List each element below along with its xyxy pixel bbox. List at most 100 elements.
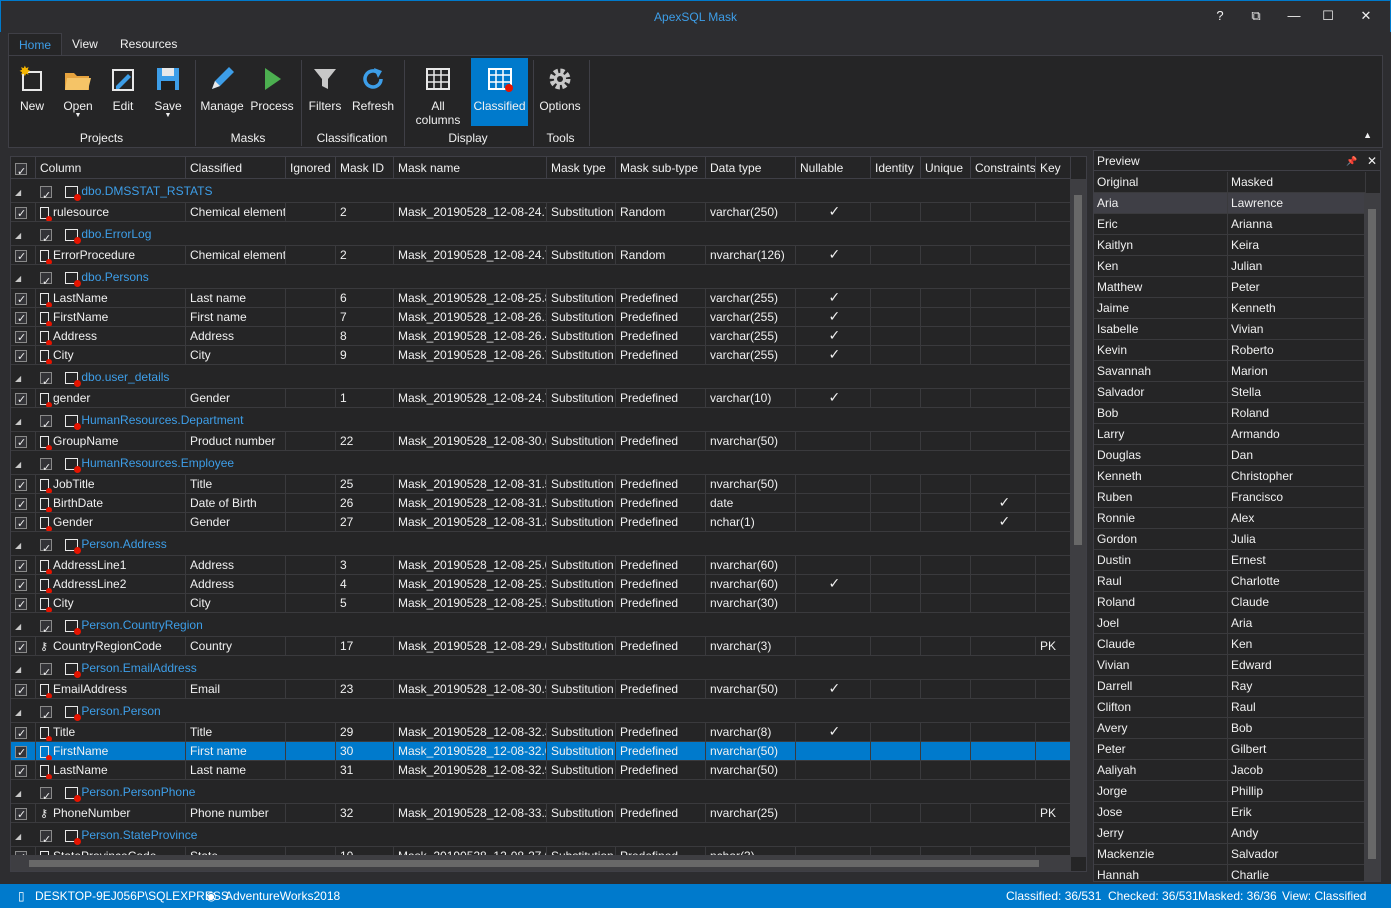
cell-data-type[interactable]: nvarchar(50) xyxy=(706,761,796,780)
preview-row[interactable]: Gordon Julia xyxy=(1094,529,1366,550)
row-checkbox-cell[interactable] xyxy=(11,432,36,451)
cell-column[interactable]: LastName xyxy=(36,289,186,308)
expander-cell[interactable]: ◢ xyxy=(11,613,36,637)
cell-nullable[interactable] xyxy=(796,637,871,656)
table-group-row[interactable]: ◢ dbo.Persons xyxy=(11,265,1071,289)
collapse-icon[interactable]: ◢ xyxy=(15,708,21,717)
table-group-row[interactable]: ◢ dbo.ErrorLog xyxy=(11,222,1071,246)
preview-row[interactable]: Roland Claude xyxy=(1094,592,1366,613)
cell-classified[interactable]: Title xyxy=(186,723,286,742)
cell-mask-name[interactable]: Mask_20190528_12-08-30.61 xyxy=(394,432,547,451)
cell-identity[interactable] xyxy=(871,389,921,408)
cell-ignored[interactable] xyxy=(286,761,336,780)
open-button[interactable]: Open ▼ xyxy=(57,58,99,126)
cell-data-type[interactable]: varchar(255) xyxy=(706,346,796,365)
row-checkbox[interactable] xyxy=(15,205,27,221)
preview-row[interactable]: Isabelle Vivian xyxy=(1094,319,1366,340)
cell-mask-subtype[interactable]: Predefined xyxy=(616,475,706,494)
cell-data-type[interactable]: nvarchar(8) xyxy=(706,723,796,742)
table-row[interactable]: Address Address 8Mask_20190528_12-08-26.46… xyxy=(11,327,1071,346)
tab-resources[interactable]: Resources xyxy=(110,33,187,56)
row-checkbox-cell[interactable] xyxy=(11,513,36,532)
cell-column[interactable]: AddressLine2 xyxy=(36,575,186,594)
cell-identity[interactable] xyxy=(871,346,921,365)
collapse-icon[interactable]: ◢ xyxy=(15,665,21,674)
cell-mask-type[interactable]: Substitution xyxy=(547,289,616,308)
row-checkbox-cell[interactable] xyxy=(11,742,36,761)
cell-key[interactable] xyxy=(1036,575,1071,594)
preview-row[interactable]: Eric Arianna xyxy=(1094,214,1366,235)
cell-mask-type[interactable]: Substitution xyxy=(547,804,616,823)
maximize-button[interactable]: ☐ xyxy=(1311,5,1345,27)
cell-classified[interactable]: Gender xyxy=(186,389,286,408)
cell-column[interactable]: rulesource xyxy=(36,203,186,222)
cell-key[interactable] xyxy=(1036,346,1071,365)
cell-column[interactable]: AddressLine1 xyxy=(36,556,186,575)
cell-classified[interactable]: Address xyxy=(186,327,286,346)
cell-ignored[interactable] xyxy=(286,723,336,742)
cell-nullable[interactable] xyxy=(796,556,871,575)
row-checkbox-cell[interactable] xyxy=(11,494,36,513)
cell-identity[interactable] xyxy=(871,203,921,222)
table-row[interactable]: gender Gender 1Mask_20190528_12-08-24.71Su… xyxy=(11,389,1071,408)
cell-mask-id[interactable]: 22 xyxy=(336,432,394,451)
cell-mask-id[interactable]: 23 xyxy=(336,680,394,699)
cell-mask-type[interactable]: Substitution xyxy=(547,742,616,761)
cell-identity[interactable] xyxy=(871,804,921,823)
cell-mask-subtype[interactable]: Predefined xyxy=(616,575,706,594)
table-name-cell[interactable]: Person.Address xyxy=(36,532,1071,556)
cell-mask-id[interactable]: 25 xyxy=(336,475,394,494)
cell-data-type[interactable]: nchar(1) xyxy=(706,513,796,532)
row-checkbox-cell[interactable] xyxy=(11,475,36,494)
cell-constraints[interactable] xyxy=(971,804,1036,823)
cell-ignored[interactable] xyxy=(286,637,336,656)
cell-ignored[interactable] xyxy=(286,494,336,513)
cell-column[interactable]: Title xyxy=(36,723,186,742)
cell-data-type[interactable]: nvarchar(3) xyxy=(706,637,796,656)
cell-mask-id[interactable]: 29 xyxy=(336,723,394,742)
row-checkbox-cell[interactable] xyxy=(11,389,36,408)
manage-button[interactable]: Manage xyxy=(199,58,245,126)
cell-identity[interactable] xyxy=(871,637,921,656)
cell-mask-name[interactable]: Mask_20190528_12-08-30.90 xyxy=(394,680,547,699)
collapse-icon[interactable]: ◢ xyxy=(15,231,21,240)
row-checkbox[interactable] xyxy=(15,515,27,531)
classified-button[interactable]: Classified xyxy=(471,58,528,126)
cell-identity[interactable] xyxy=(871,289,921,308)
cell-column[interactable]: GroupName xyxy=(36,432,186,451)
cell-column[interactable]: City xyxy=(36,594,186,613)
row-checkbox-cell[interactable] xyxy=(11,804,36,823)
row-checkbox[interactable] xyxy=(40,413,52,431)
table-name-cell[interactable]: Person.EmailAddress xyxy=(36,656,1071,680)
cell-nullable[interactable]: ✓ xyxy=(796,680,871,699)
cell-identity[interactable] xyxy=(871,327,921,346)
cell-nullable[interactable]: ✓ xyxy=(796,203,871,222)
close-button[interactable]: ✕ xyxy=(1349,5,1383,27)
header-data-type[interactable]: Data type xyxy=(706,157,796,179)
cell-column[interactable]: FirstName xyxy=(36,742,186,761)
cell-mask-subtype[interactable]: Predefined xyxy=(616,723,706,742)
row-checkbox[interactable] xyxy=(15,744,27,760)
grid-vertical-scrollbar[interactable] xyxy=(1070,179,1086,857)
cell-identity[interactable] xyxy=(871,308,921,327)
cell-unique[interactable] xyxy=(921,308,971,327)
expander-cell[interactable]: ◢ xyxy=(11,265,36,289)
cell-key[interactable] xyxy=(1036,723,1071,742)
cell-ignored[interactable] xyxy=(286,513,336,532)
cell-identity[interactable] xyxy=(871,680,921,699)
cell-mask-subtype[interactable]: Predefined xyxy=(616,594,706,613)
cell-key[interactable] xyxy=(1036,680,1071,699)
new-button[interactable]: ✸ New xyxy=(12,58,52,126)
cell-mask-name[interactable]: Mask_20190528_12-08-26.17 xyxy=(394,308,547,327)
cell-identity[interactable] xyxy=(871,742,921,761)
cell-classified[interactable]: Address xyxy=(186,556,286,575)
cell-nullable[interactable] xyxy=(796,475,871,494)
row-checkbox[interactable] xyxy=(40,661,52,679)
refresh-button[interactable]: Refresh xyxy=(349,58,397,126)
table-group-row[interactable]: ◢ Person.Address xyxy=(11,532,1071,556)
table-group-row[interactable]: ◢ HumanResources.Department xyxy=(11,408,1071,432)
cell-identity[interactable] xyxy=(871,723,921,742)
expander-cell[interactable]: ◢ xyxy=(11,780,36,804)
preview-row[interactable]: Ronnie Alex xyxy=(1094,508,1366,529)
cell-mask-name[interactable]: Mask_20190528_12-08-29.08 xyxy=(394,637,547,656)
